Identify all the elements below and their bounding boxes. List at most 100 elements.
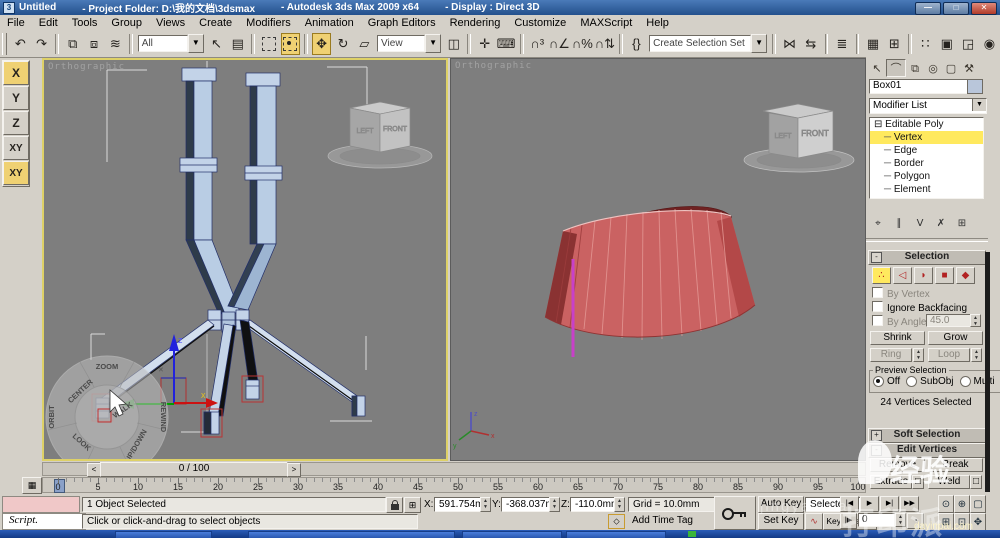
edit-named-selection-sets-button[interactable]: {} (627, 33, 646, 55)
break-button[interactable]: Break (928, 458, 983, 472)
axis-constraint-y[interactable]: Y (3, 86, 29, 110)
weld-settings-button[interactable]: □ (970, 475, 982, 489)
make-unique-button[interactable]: Ⅴ (911, 218, 929, 233)
stack-item-element[interactable]: ─ Element (870, 183, 983, 196)
menu-modifiers[interactable]: Modifiers (239, 17, 298, 29)
mirror-button[interactable]: ⋈ (780, 33, 799, 55)
extrude-settings-button[interactable]: □ (912, 475, 924, 489)
spinner-snap-toggle[interactable]: ∩⇅ (595, 33, 615, 55)
z-coordinate-field[interactable]: -110.0mm (570, 497, 618, 512)
edge-subobject-button[interactable]: ◁ (893, 267, 912, 284)
layer-manager-button[interactable]: ≣ (832, 33, 851, 55)
weld-button[interactable]: Weld (928, 475, 970, 489)
remove-button[interactable]: Remove (870, 458, 925, 472)
by-angle-checkbox[interactable]: By Angle: (872, 315, 929, 328)
angle-snap-toggle[interactable]: ∩∠ (549, 33, 570, 55)
maxscript-mini-listener[interactable]: Script. (2, 513, 86, 530)
menu-file[interactable]: File (0, 17, 32, 29)
unlink-selection-button[interactable]: ⧈ (84, 33, 103, 55)
viewport-left-orthographic[interactable]: Orthographic (42, 58, 448, 461)
shrink-button[interactable]: Shrink (870, 331, 925, 345)
axis-constraint-z[interactable]: Z (3, 111, 29, 135)
edit-vertices-rollout-header[interactable]: - Edit Vertices (868, 443, 986, 458)
menu-create[interactable]: Create (192, 17, 239, 29)
chevron-down-icon[interactable]: ▼ (751, 34, 767, 53)
selection-filter-dropdown[interactable]: All▼ (138, 35, 204, 52)
configure-modifier-sets-button[interactable]: ⊞ (953, 218, 971, 233)
play-button[interactable]: ▶ (860, 496, 879, 512)
loop-button[interactable]: Loop (928, 348, 970, 362)
z-spinner[interactable]: ▲▼ (614, 497, 625, 512)
frame-spinner[interactable]: ▲▼ (895, 513, 906, 527)
zoom-region-button[interactable]: ⊡ (954, 513, 970, 531)
next-frame-button[interactable]: ▶| (880, 496, 899, 512)
object-name-field[interactable]: Box01 (869, 79, 968, 94)
minimize-button[interactable]: — (915, 2, 941, 15)
taskbar-window-button[interactable] (115, 531, 212, 538)
panel-scrollbar[interactable] (985, 252, 990, 492)
wheel-orbit-label[interactable]: ORBIT (47, 405, 56, 429)
wheel-close-icon[interactable]: ✕ (158, 367, 164, 374)
by-angle-value-field[interactable]: 45.0 (926, 314, 971, 327)
absolute-mode-toggle[interactable]: ⊞ (404, 497, 421, 513)
taskbar-window-button[interactable] (462, 531, 562, 538)
axis-constraint-x[interactable]: X (3, 61, 29, 85)
menu-rendering[interactable]: Rendering (443, 17, 508, 29)
redo-button[interactable]: ↷ (32, 33, 51, 55)
stack-item-border[interactable]: ─ Border (870, 157, 983, 170)
stack-item-polygon[interactable]: ─ Polygon (870, 170, 983, 183)
wheel-zoom-label[interactable]: ZOOM (96, 362, 119, 371)
auto-key-button[interactable]: Auto Key (758, 496, 804, 513)
preview-radio-off[interactable]: Off (873, 376, 900, 387)
pan-button[interactable]: ✥ (970, 513, 986, 531)
chevron-down-icon[interactable]: ▼ (425, 34, 441, 53)
soft-selection-rollout-header[interactable]: + Soft Selection (868, 428, 986, 443)
render-setup-button[interactable]: ▣ (937, 33, 956, 55)
zoom-button[interactable]: ⊙ (938, 495, 954, 513)
close-button[interactable]: ✕ (971, 2, 997, 15)
element-subobject-button[interactable]: ◆ (956, 267, 975, 284)
show-end-result-button[interactable]: ∥ (890, 218, 908, 233)
open-mini-curve-editor-button[interactable]: ▦ (22, 477, 42, 494)
schematic-view-button[interactable]: ⊞ (885, 33, 904, 55)
viewcube-left-face[interactable]: LEFT (356, 128, 374, 135)
selection-lock-toggle[interactable] (386, 497, 403, 513)
select-object-button[interactable]: ↖ (207, 33, 226, 55)
use-pivot-point-center-button[interactable]: ◫ (444, 33, 463, 55)
viewcube-front-face[interactable]: FRONT (383, 126, 408, 133)
expand-icon[interactable]: + (871, 430, 882, 441)
stack-item-edge[interactable]: ─ Edge (870, 144, 983, 157)
y-spinner[interactable]: ▲▼ (549, 497, 560, 512)
menu-animation[interactable]: Animation (298, 17, 361, 29)
object-color-swatch[interactable] (967, 79, 983, 94)
set-keys-button[interactable] (714, 496, 756, 530)
go-to-start-button[interactable]: |◀ (840, 496, 859, 512)
tab-create[interactable]: ↖ (868, 61, 886, 77)
default-in-out-tangents-button[interactable]: ∿ (805, 513, 823, 530)
select-and-move-button[interactable]: ✥ (312, 33, 332, 55)
select-and-rotate-button[interactable]: ↻ (333, 33, 352, 55)
x-spinner[interactable]: ▲▼ (480, 497, 491, 512)
time-slider-track[interactable]: < 0 / 100 > (42, 462, 866, 476)
y-coordinate-field[interactable]: -368.037mm (501, 497, 553, 512)
align-button[interactable]: ⇆ (801, 33, 820, 55)
maximize-button[interactable]: □ (943, 2, 969, 15)
select-and-link-button[interactable]: ⧉ (63, 33, 82, 55)
loop-spinner[interactable]: ▲▼ (971, 348, 982, 362)
menu-views[interactable]: Views (149, 17, 192, 29)
modifier-list-dropdown[interactable]: Modifier List ▼ (869, 98, 987, 114)
bind-to-space-warp-button[interactable]: ≋ (106, 33, 125, 55)
track-bar[interactable]: 0510152025303540455055606570758085909510… (42, 477, 866, 493)
preview-radio-subobj[interactable]: SubObj (906, 376, 953, 387)
selection-rollout-header[interactable]: - Selection (868, 250, 986, 265)
menu-graph-editors[interactable]: Graph Editors (361, 17, 443, 29)
ignore-backfacing-checkbox[interactable]: Ignore Backfacing (872, 301, 967, 314)
viewcube-left-face[interactable]: LEFT (774, 133, 792, 140)
go-to-end-button[interactable]: ▶▶ (900, 496, 919, 512)
menu-maxscript[interactable]: MAXScript (573, 17, 639, 29)
curve-editor-button[interactable]: ▦ (863, 33, 882, 55)
taskbar-window-button[interactable] (248, 531, 455, 538)
modifier-stack[interactable]: ⊟ Editable Poly─ Vertex─ Edge─ Border─ P… (869, 117, 984, 199)
select-by-name-button[interactable]: ▤ (228, 33, 247, 55)
window-crossing-toggle[interactable] (281, 33, 301, 55)
